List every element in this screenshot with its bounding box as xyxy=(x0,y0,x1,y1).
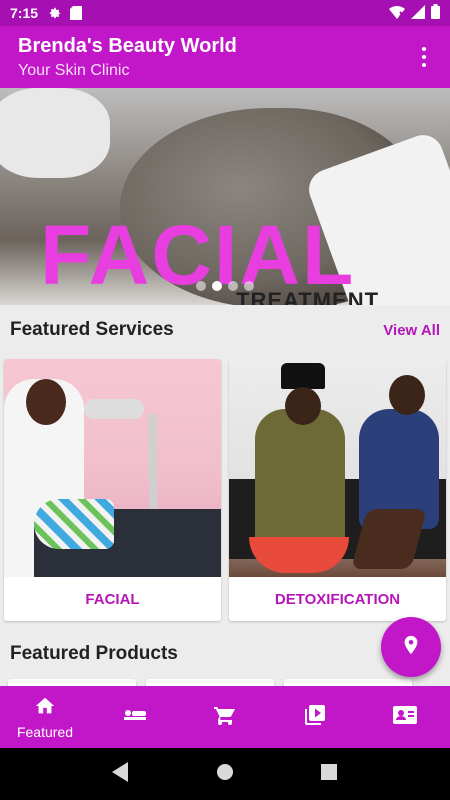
detoxification-photo xyxy=(229,359,446,577)
carousel-dot-active[interactable] xyxy=(212,281,222,291)
nav-item-videos[interactable] xyxy=(270,686,360,748)
view-all-link[interactable]: View All xyxy=(383,322,440,339)
featured-products-title: Featured Products xyxy=(10,643,178,664)
sd-card-icon xyxy=(70,6,83,20)
nav-item-services[interactable] xyxy=(90,686,180,748)
recents-icon[interactable] xyxy=(320,763,338,786)
nav-item-featured[interactable]: Featured xyxy=(0,686,90,748)
wifi-icon xyxy=(389,5,405,22)
app-subtitle: Your Skin Clinic xyxy=(18,62,130,79)
spa-bed-icon xyxy=(122,705,148,730)
location-fab-button[interactable] xyxy=(381,617,441,677)
home-icon xyxy=(33,695,57,722)
back-icon[interactable] xyxy=(112,761,130,787)
products-list xyxy=(0,679,450,686)
featured-services-title: Featured Services xyxy=(10,319,174,340)
facial-photo xyxy=(4,359,221,577)
signal-icon xyxy=(411,4,425,22)
nav-item-cart[interactable] xyxy=(180,686,270,748)
status-bar: 7:15 xyxy=(0,0,450,26)
nav-item-contact[interactable] xyxy=(360,686,450,748)
cart-icon xyxy=(213,703,237,732)
app-bar: Brenda's Beauty World Your Skin Clinic xyxy=(0,26,450,88)
location-pin-icon xyxy=(400,632,422,663)
nav-item-label: Featured xyxy=(16,723,74,740)
bottom-navigation: Featured xyxy=(0,686,450,748)
hero-image-hand xyxy=(0,88,110,178)
carousel-dot[interactable] xyxy=(196,281,206,291)
carousel-dot[interactable] xyxy=(228,281,238,291)
service-card-label: DETOXIFICATION xyxy=(274,590,401,608)
carousel-indicator xyxy=(0,281,450,291)
hero-carousel[interactable]: FACIAL TREATMENT xyxy=(0,88,450,305)
service-card-label: FACIAL xyxy=(85,590,140,608)
service-card-detoxification[interactable]: DETOXIFICATION xyxy=(229,359,446,621)
status-time: 7:15 xyxy=(10,5,39,21)
video-library-icon xyxy=(303,703,327,732)
featured-services-header: Featured Services View All xyxy=(0,305,450,355)
main-content[interactable]: FACIAL TREATMENT Featured Services View … xyxy=(0,88,450,686)
status-right-icons xyxy=(389,4,440,22)
product-card[interactable] xyxy=(146,679,274,686)
service-card-facial[interactable]: FACIAL xyxy=(4,359,221,621)
home-circle-icon[interactable] xyxy=(215,762,235,787)
battery-icon xyxy=(431,4,440,22)
app-title: Brenda's Beauty World xyxy=(18,35,237,57)
gear-icon xyxy=(48,6,62,20)
product-card[interactable] xyxy=(8,679,136,686)
system-navigation-bar xyxy=(0,748,450,800)
more-vert-icon[interactable] xyxy=(414,44,434,70)
carousel-dot[interactable] xyxy=(244,281,254,291)
services-list: FACIAL DETOXIFICATION xyxy=(0,355,450,621)
contact-card-icon xyxy=(392,704,418,731)
product-card[interactable] xyxy=(284,679,412,686)
